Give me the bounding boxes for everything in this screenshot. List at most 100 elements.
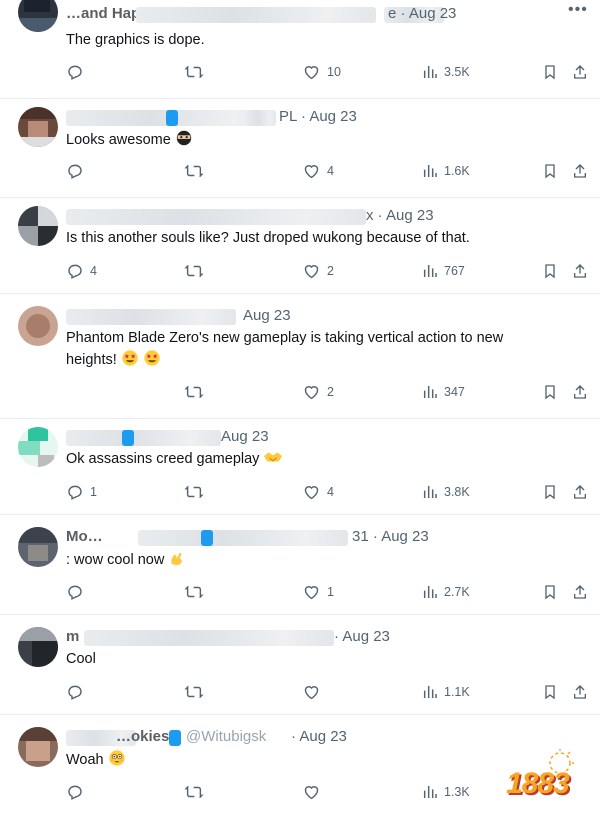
avatar[interactable] (18, 427, 58, 467)
like-button[interactable]: 1 (302, 582, 334, 602)
views-button[interactable]: 1.6K (422, 161, 470, 181)
repost-button[interactable] (184, 682, 210, 702)
view-count: 767 (444, 264, 465, 278)
reply-post[interactable]: Mo… 31 · Aug 23 : wow cool now 1 2.7K (0, 515, 600, 615)
author-name[interactable]: m (66, 627, 79, 647)
post-date[interactable]: Aug 23 (342, 628, 390, 645)
reply-button[interactable] (66, 161, 90, 181)
reply-post[interactable]: Aug 23 Ok assassins creed gameplay 1 4 3… (0, 419, 600, 515)
like-button[interactable]: 4 (302, 482, 334, 502)
views-button[interactable]: 3.5K (422, 62, 470, 82)
bookmark-button[interactable] (542, 382, 558, 402)
post-date[interactable]: Aug 23 (299, 728, 347, 745)
share-button[interactable] (572, 482, 588, 502)
post-date[interactable]: Aug 23 (386, 207, 434, 224)
view-count: 2.7K (444, 585, 470, 599)
share-button[interactable] (572, 62, 588, 82)
reply-count: 1 (90, 485, 97, 499)
reply-button[interactable] (66, 582, 90, 602)
avatar[interactable] (18, 306, 58, 346)
author-handle: 31 (352, 528, 369, 545)
author-name[interactable]: Mo… (66, 527, 103, 547)
repost-button[interactable] (184, 482, 210, 502)
author-name[interactable]: …okies (116, 727, 169, 747)
avatar[interactable] (18, 527, 58, 567)
share-button[interactable] (572, 682, 588, 702)
views-icon (423, 265, 437, 277)
avatar[interactable] (18, 206, 58, 246)
author-handle: @Witubigsk (186, 728, 267, 745)
post-header: …okies @Witubigsk · Aug 23 (66, 727, 566, 749)
share-button[interactable] (572, 261, 588, 281)
post-date-line[interactable]: · Aug 23 (334, 627, 390, 647)
post-date[interactable]: Aug 23 (221, 428, 269, 445)
post-date-line[interactable]: Aug 23 (243, 306, 291, 326)
bookmark-button[interactable] (542, 682, 558, 702)
like-button[interactable] (302, 682, 327, 702)
repost-button[interactable] (184, 382, 210, 402)
reply-post[interactable]: Aug 23 Phantom Blade Zero's new gameplay… (0, 294, 600, 419)
more-options-icon[interactable]: ••• (568, 2, 587, 18)
post-date-line[interactable]: · Aug 23 (291, 727, 347, 747)
reply-button[interactable]: 1 (66, 482, 97, 502)
views-icon (423, 66, 437, 78)
views-button[interactable]: 1.1K (422, 682, 470, 702)
views-button[interactable]: 3.8K (422, 482, 470, 502)
share-button[interactable] (572, 582, 588, 602)
bookmark-button[interactable] (542, 582, 558, 602)
views-button[interactable]: 1.3K (422, 782, 470, 802)
share-icon (574, 65, 586, 79)
post-date-line[interactable]: x · Aug 23 (366, 206, 434, 226)
reply-post[interactable]: m · Aug 23 Cool 1.1K (0, 615, 600, 715)
post-date-line[interactable]: Aug 23 (221, 427, 269, 447)
star-struck-emoji (121, 349, 139, 374)
reply-button[interactable] (66, 62, 90, 82)
share-button[interactable] (572, 382, 588, 402)
action-bar: 10 3.5K (66, 62, 596, 82)
repost-button[interactable] (184, 62, 210, 82)
like-button[interactable]: 10 (302, 62, 341, 82)
views-button[interactable]: 347 (422, 382, 465, 402)
post-text: Woah (66, 749, 566, 774)
reply-button[interactable] (66, 782, 90, 802)
bookmark-button[interactable] (542, 161, 558, 181)
avatar[interactable] (18, 107, 58, 147)
reply-post[interactable]: x · Aug 23 Is this another souls like? J… (0, 198, 600, 294)
post-date[interactable]: Aug 23 (409, 5, 457, 22)
reply-button[interactable]: 4 (66, 261, 97, 281)
repost-button[interactable] (184, 782, 210, 802)
reply-post[interactable]: …and Happ e · Aug 23 ••• The graphics is… (0, 0, 600, 99)
like-button[interactable]: 2 (302, 261, 334, 281)
share-button[interactable] (572, 161, 588, 181)
post-date-line[interactable]: 31 · Aug 23 (352, 527, 429, 547)
post-date-line[interactable]: PL · Aug 23 (279, 107, 357, 127)
heart-icon (304, 686, 319, 700)
verified-badge (169, 730, 181, 746)
ninja-emoji (175, 129, 193, 154)
repost-button[interactable] (184, 582, 210, 602)
post-date-line[interactable]: e · Aug 23 (388, 4, 456, 24)
like-count: 10 (327, 65, 341, 79)
like-button[interactable]: 2 (302, 382, 334, 402)
reply-post[interactable]: PL · Aug 23 Looks awesome 4 1.6K (0, 99, 600, 198)
like-count: 4 (327, 485, 334, 499)
repost-button[interactable] (184, 261, 210, 281)
repost-button[interactable] (184, 161, 210, 181)
bookmark-button[interactable] (542, 62, 558, 82)
heart-icon (304, 66, 319, 80)
views-button[interactable]: 2.7K (422, 582, 470, 602)
avatar[interactable] (18, 727, 58, 767)
action-bar: 1.1K (66, 682, 596, 702)
reply-icon (68, 264, 82, 279)
post-date[interactable]: Aug 23 (243, 307, 291, 324)
avatar[interactable] (18, 627, 58, 667)
avatar[interactable] (18, 0, 58, 32)
bookmark-button[interactable] (542, 261, 558, 281)
like-button[interactable] (302, 782, 327, 802)
views-button[interactable]: 767 (422, 261, 465, 281)
bookmark-button[interactable] (542, 482, 558, 502)
reply-button[interactable] (66, 682, 90, 702)
like-button[interactable]: 4 (302, 161, 334, 181)
post-date[interactable]: Aug 23 (381, 528, 429, 545)
post-date[interactable]: Aug 23 (309, 108, 357, 125)
